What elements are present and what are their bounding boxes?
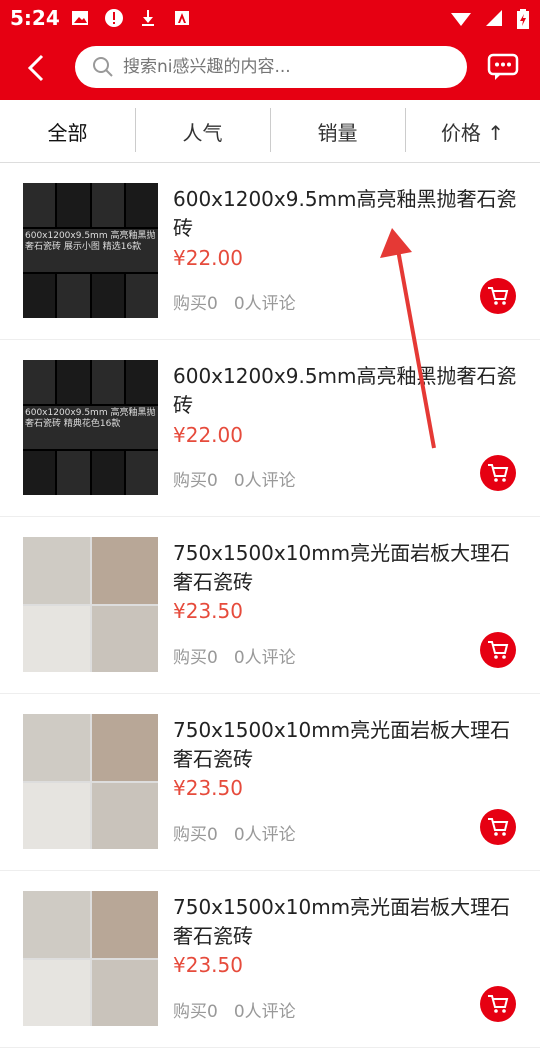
- thumbnail-caption: 600x1200x9.5mm 高亮釉黑抛奢石瓷砖 展示小图 精选16款: [23, 228, 158, 273]
- chevron-left-icon: [27, 54, 44, 82]
- add-to-cart-button[interactable]: [480, 278, 516, 314]
- cart-icon: [488, 995, 509, 1013]
- product-meta: 购买0 0人评论: [173, 466, 296, 491]
- tab-sales[interactable]: 销量: [270, 100, 405, 162]
- search-input[interactable]: [121, 56, 445, 78]
- product-title[interactable]: 750x1500x10mm亮光面岩板大理石奢石瓷砖: [173, 539, 518, 597]
- product-price: ¥23.50: [173, 776, 243, 800]
- product-title[interactable]: 750x1500x10mm亮光面岩板大理石奢石瓷砖: [173, 893, 518, 951]
- chat-bubble-icon: [487, 53, 519, 80]
- message-button[interactable]: [486, 50, 520, 84]
- review-count: 0人评论: [233, 648, 296, 668]
- product-list: 600x1200x9.5mm 高亮釉黑抛奢石瓷砖 展示小图 精选16款 600x…: [0, 163, 540, 1048]
- product-meta: 购买0 0人评论: [173, 820, 296, 845]
- search-bar[interactable]: [75, 46, 467, 88]
- product-price: ¥23.50: [173, 953, 243, 977]
- app-bar: [0, 36, 540, 100]
- thumbnail-caption: 600x1200x9.5mm 高亮釉黑抛奢石瓷砖 精典花色16款: [23, 405, 158, 450]
- add-to-cart-button[interactable]: [480, 986, 516, 1022]
- sold-count: 购买0: [173, 294, 218, 314]
- product-item[interactable]: 750x1500x10mm亮光面岩板大理石奢石瓷砖 ¥23.50 购买0 0人评论: [0, 694, 540, 871]
- product-item[interactable]: 750x1500x10mm亮光面岩板大理石奢石瓷砖 ¥23.50 购买0 0人评论: [0, 517, 540, 694]
- sold-count: 购买0: [173, 1002, 218, 1022]
- cart-icon: [488, 641, 509, 659]
- product-price: ¥22.00: [173, 423, 243, 447]
- product-thumbnail[interactable]: [23, 891, 158, 1026]
- product-title[interactable]: 600x1200x9.5mm高亮釉黑抛奢石瓷砖: [173, 185, 518, 243]
- product-price: ¥22.00: [173, 246, 243, 270]
- search-icon: [93, 57, 113, 77]
- status-notification-icons: [70, 8, 192, 28]
- signal-icon: [484, 8, 504, 34]
- product-thumbnail[interactable]: 600x1200x9.5mm 高亮釉黑抛奢石瓷砖 精典花色16款: [23, 360, 158, 495]
- cart-icon: [488, 287, 509, 305]
- wifi-icon: [450, 8, 472, 34]
- review-count: 0人评论: [233, 294, 296, 314]
- add-to-cart-button[interactable]: [480, 455, 516, 491]
- review-count: 0人评论: [233, 1002, 296, 1022]
- review-count: 0人评论: [233, 825, 296, 845]
- add-to-cart-button[interactable]: [480, 809, 516, 845]
- battery-icon: [516, 8, 530, 34]
- product-meta: 购买0 0人评论: [173, 643, 296, 668]
- alert-icon: [104, 8, 124, 28]
- sold-count: 购买0: [173, 648, 218, 668]
- cart-icon: [488, 464, 509, 482]
- status-bar: 5:24: [0, 0, 540, 36]
- product-meta: 购买0 0人评论: [173, 997, 296, 1022]
- tab-price[interactable]: 价格 ↑: [405, 100, 540, 162]
- add-to-cart-button[interactable]: [480, 632, 516, 668]
- review-count: 0人评论: [233, 471, 296, 491]
- tab-all[interactable]: 全部: [0, 100, 135, 162]
- image-icon: [70, 8, 90, 28]
- tab-popularity[interactable]: 人气: [135, 100, 270, 162]
- download-icon: [138, 8, 158, 28]
- sort-tabs: 全部 人气 销量 价格 ↑: [0, 100, 540, 163]
- product-item[interactable]: 600x1200x9.5mm 高亮釉黑抛奢石瓷砖 展示小图 精选16款 600x…: [0, 163, 540, 340]
- back-button[interactable]: [20, 50, 56, 86]
- product-price: ¥23.50: [173, 599, 243, 623]
- status-time: 5:24: [10, 6, 60, 30]
- app-a-icon: [172, 8, 192, 28]
- status-system-icons: [450, 8, 530, 34]
- product-title[interactable]: 750x1500x10mm亮光面岩板大理石奢石瓷砖: [173, 716, 518, 774]
- product-title[interactable]: 600x1200x9.5mm高亮釉黑抛奢石瓷砖: [173, 362, 518, 420]
- sold-count: 购买0: [173, 471, 218, 491]
- product-thumbnail[interactable]: [23, 537, 158, 672]
- sold-count: 购买0: [173, 825, 218, 845]
- product-item[interactable]: 600x1200x9.5mm 高亮釉黑抛奢石瓷砖 精典花色16款 600x120…: [0, 340, 540, 517]
- product-thumbnail[interactable]: [23, 714, 158, 849]
- product-meta: 购买0 0人评论: [173, 289, 296, 314]
- cart-icon: [488, 818, 509, 836]
- product-thumbnail[interactable]: 600x1200x9.5mm 高亮釉黑抛奢石瓷砖 展示小图 精选16款: [23, 183, 158, 318]
